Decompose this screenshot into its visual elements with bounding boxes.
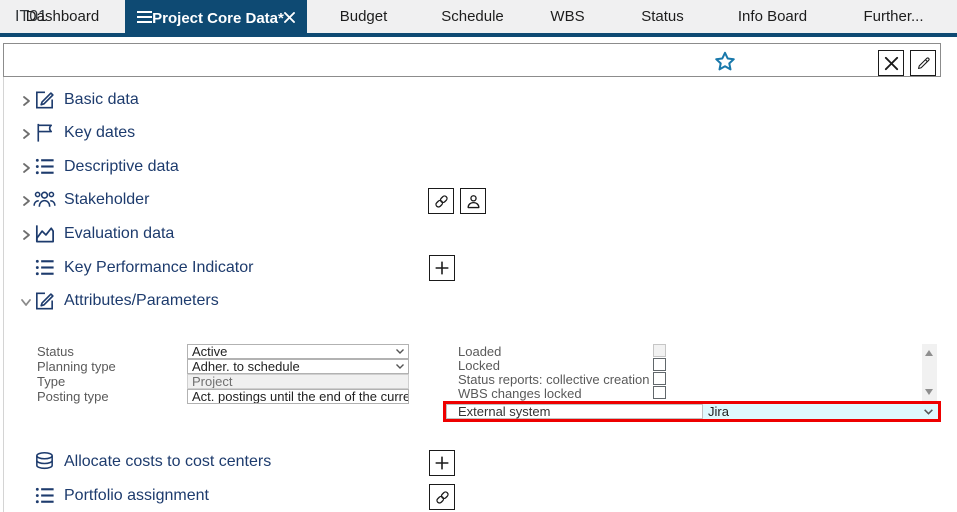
edit-square-icon xyxy=(33,88,56,111)
list-icon xyxy=(33,256,56,279)
chevron-right-icon[interactable] xyxy=(20,94,32,106)
status-reports-checkbox[interactable] xyxy=(653,372,666,385)
edit-button[interactable] xyxy=(910,50,936,76)
scroll-up-icon[interactable] xyxy=(925,350,933,356)
field-label-type: Type xyxy=(37,374,66,389)
favorite-star-icon[interactable] xyxy=(712,49,738,75)
section-label: Descriptive data xyxy=(64,158,179,175)
field-label-posting-type: Posting type xyxy=(37,389,109,404)
link-icon xyxy=(435,490,449,504)
tab-schedule[interactable]: Schedule xyxy=(420,0,525,37)
chevron-down-icon[interactable] xyxy=(20,295,32,307)
select-value: Act. postings until the end of the curre… xyxy=(192,389,409,404)
edit-square-icon xyxy=(33,289,56,312)
section-label: Attributes/Parameters xyxy=(64,292,219,309)
section-label: Key dates xyxy=(64,124,136,141)
tab-info-board[interactable]: Info Board xyxy=(715,0,830,37)
chevron-down-icon xyxy=(396,349,404,354)
tab-wbs[interactable]: WBS xyxy=(525,0,610,37)
tab-project-core-data[interactable]: Project Core Data* xyxy=(125,0,307,37)
tab-label: Schedule xyxy=(441,8,504,25)
plus-icon xyxy=(435,261,449,275)
type-field: Project xyxy=(187,374,409,389)
link-icon xyxy=(434,194,448,208)
list-icon xyxy=(33,155,56,178)
add-cost-center-button[interactable] xyxy=(429,450,455,476)
group-icon xyxy=(33,188,56,211)
list-icon xyxy=(33,484,56,507)
chevron-down-icon xyxy=(396,364,404,369)
checkbox-label-locked: Locked xyxy=(458,358,500,373)
planning-type-select[interactable]: Adher. to schedule xyxy=(187,359,409,374)
tab-label: Dashboard xyxy=(25,8,100,25)
select-value: Adher. to schedule xyxy=(192,359,300,374)
loaded-checkbox xyxy=(653,344,666,357)
app-window: Dashboard Project Core Data* Budget Sche… xyxy=(0,0,957,512)
section-label: Stakeholder xyxy=(64,191,150,208)
tab-close-icon[interactable] xyxy=(284,10,295,27)
tab-label: WBS xyxy=(550,8,585,25)
locked-checkbox[interactable] xyxy=(653,358,666,371)
link-stakeholder-button[interactable] xyxy=(428,188,454,214)
tab-label: Project Core Data* xyxy=(152,10,284,27)
panel-left-border xyxy=(3,77,4,512)
field-label-status: Status xyxy=(37,344,74,359)
checkbox-label-wbs-changes-locked: WBS changes locked xyxy=(458,386,582,401)
section-label: Portfolio assignment xyxy=(64,487,209,504)
posting-type-select[interactable]: Act. postings until the end of the curre… xyxy=(187,389,409,404)
add-kpi-button[interactable] xyxy=(429,255,455,281)
tab-status[interactable]: Status xyxy=(610,0,715,37)
tab-dashboard[interactable]: Dashboard xyxy=(0,0,125,37)
link-portfolio-button[interactable] xyxy=(429,484,455,510)
pencil-icon xyxy=(917,56,930,69)
plus-icon xyxy=(435,456,449,470)
tab-bar: Dashboard Project Core Data* Budget Sche… xyxy=(0,0,957,37)
chevron-right-icon[interactable] xyxy=(20,228,32,240)
chevron-right-icon[interactable] xyxy=(20,161,32,173)
tab-label: Budget xyxy=(339,8,388,25)
external-system-row-highlight: External system Jira xyxy=(443,401,941,422)
coins-icon xyxy=(33,450,56,473)
wbs-changes-locked-checkbox[interactable] xyxy=(653,386,666,399)
checkbox-label-status-reports: Status reports: collective creation xyxy=(458,372,650,387)
scroll-down-icon[interactable] xyxy=(925,389,933,395)
tab-label: Info Board xyxy=(737,8,808,25)
chevron-right-icon[interactable] xyxy=(20,127,32,139)
field-value: Project xyxy=(192,374,233,389)
scrollbar[interactable] xyxy=(922,344,937,401)
person-icon xyxy=(467,194,479,208)
chevron-right-icon[interactable] xyxy=(20,194,32,206)
status-select[interactable]: Active xyxy=(187,344,409,359)
field-label-planning-type: Planning type xyxy=(37,359,116,374)
flag-icon xyxy=(33,121,56,144)
section-label: Key Performance Indicator xyxy=(64,259,254,276)
close-icon xyxy=(884,56,898,70)
assign-person-button[interactable] xyxy=(460,188,486,214)
section-label: Allocate costs to cost centers xyxy=(64,453,272,470)
select-value: Jira xyxy=(708,404,729,419)
chart-icon xyxy=(33,222,56,245)
external-system-label: External system xyxy=(446,404,703,419)
section-label: Basic data xyxy=(64,91,139,108)
tab-further[interactable]: Further... xyxy=(830,0,957,37)
external-system-select[interactable]: Jira xyxy=(703,404,938,419)
tab-label: Further... xyxy=(863,8,924,25)
tab-budget[interactable]: Budget xyxy=(307,0,420,37)
tab-label: Status xyxy=(641,8,684,25)
close-button[interactable] xyxy=(878,50,904,76)
project-header xyxy=(3,43,941,77)
checkbox-label-loaded: Loaded xyxy=(458,344,502,359)
select-value: Active xyxy=(192,344,228,359)
chevron-down-icon xyxy=(924,408,933,415)
menu-icon[interactable] xyxy=(137,10,152,27)
section-label: Evaluation data xyxy=(64,225,175,242)
